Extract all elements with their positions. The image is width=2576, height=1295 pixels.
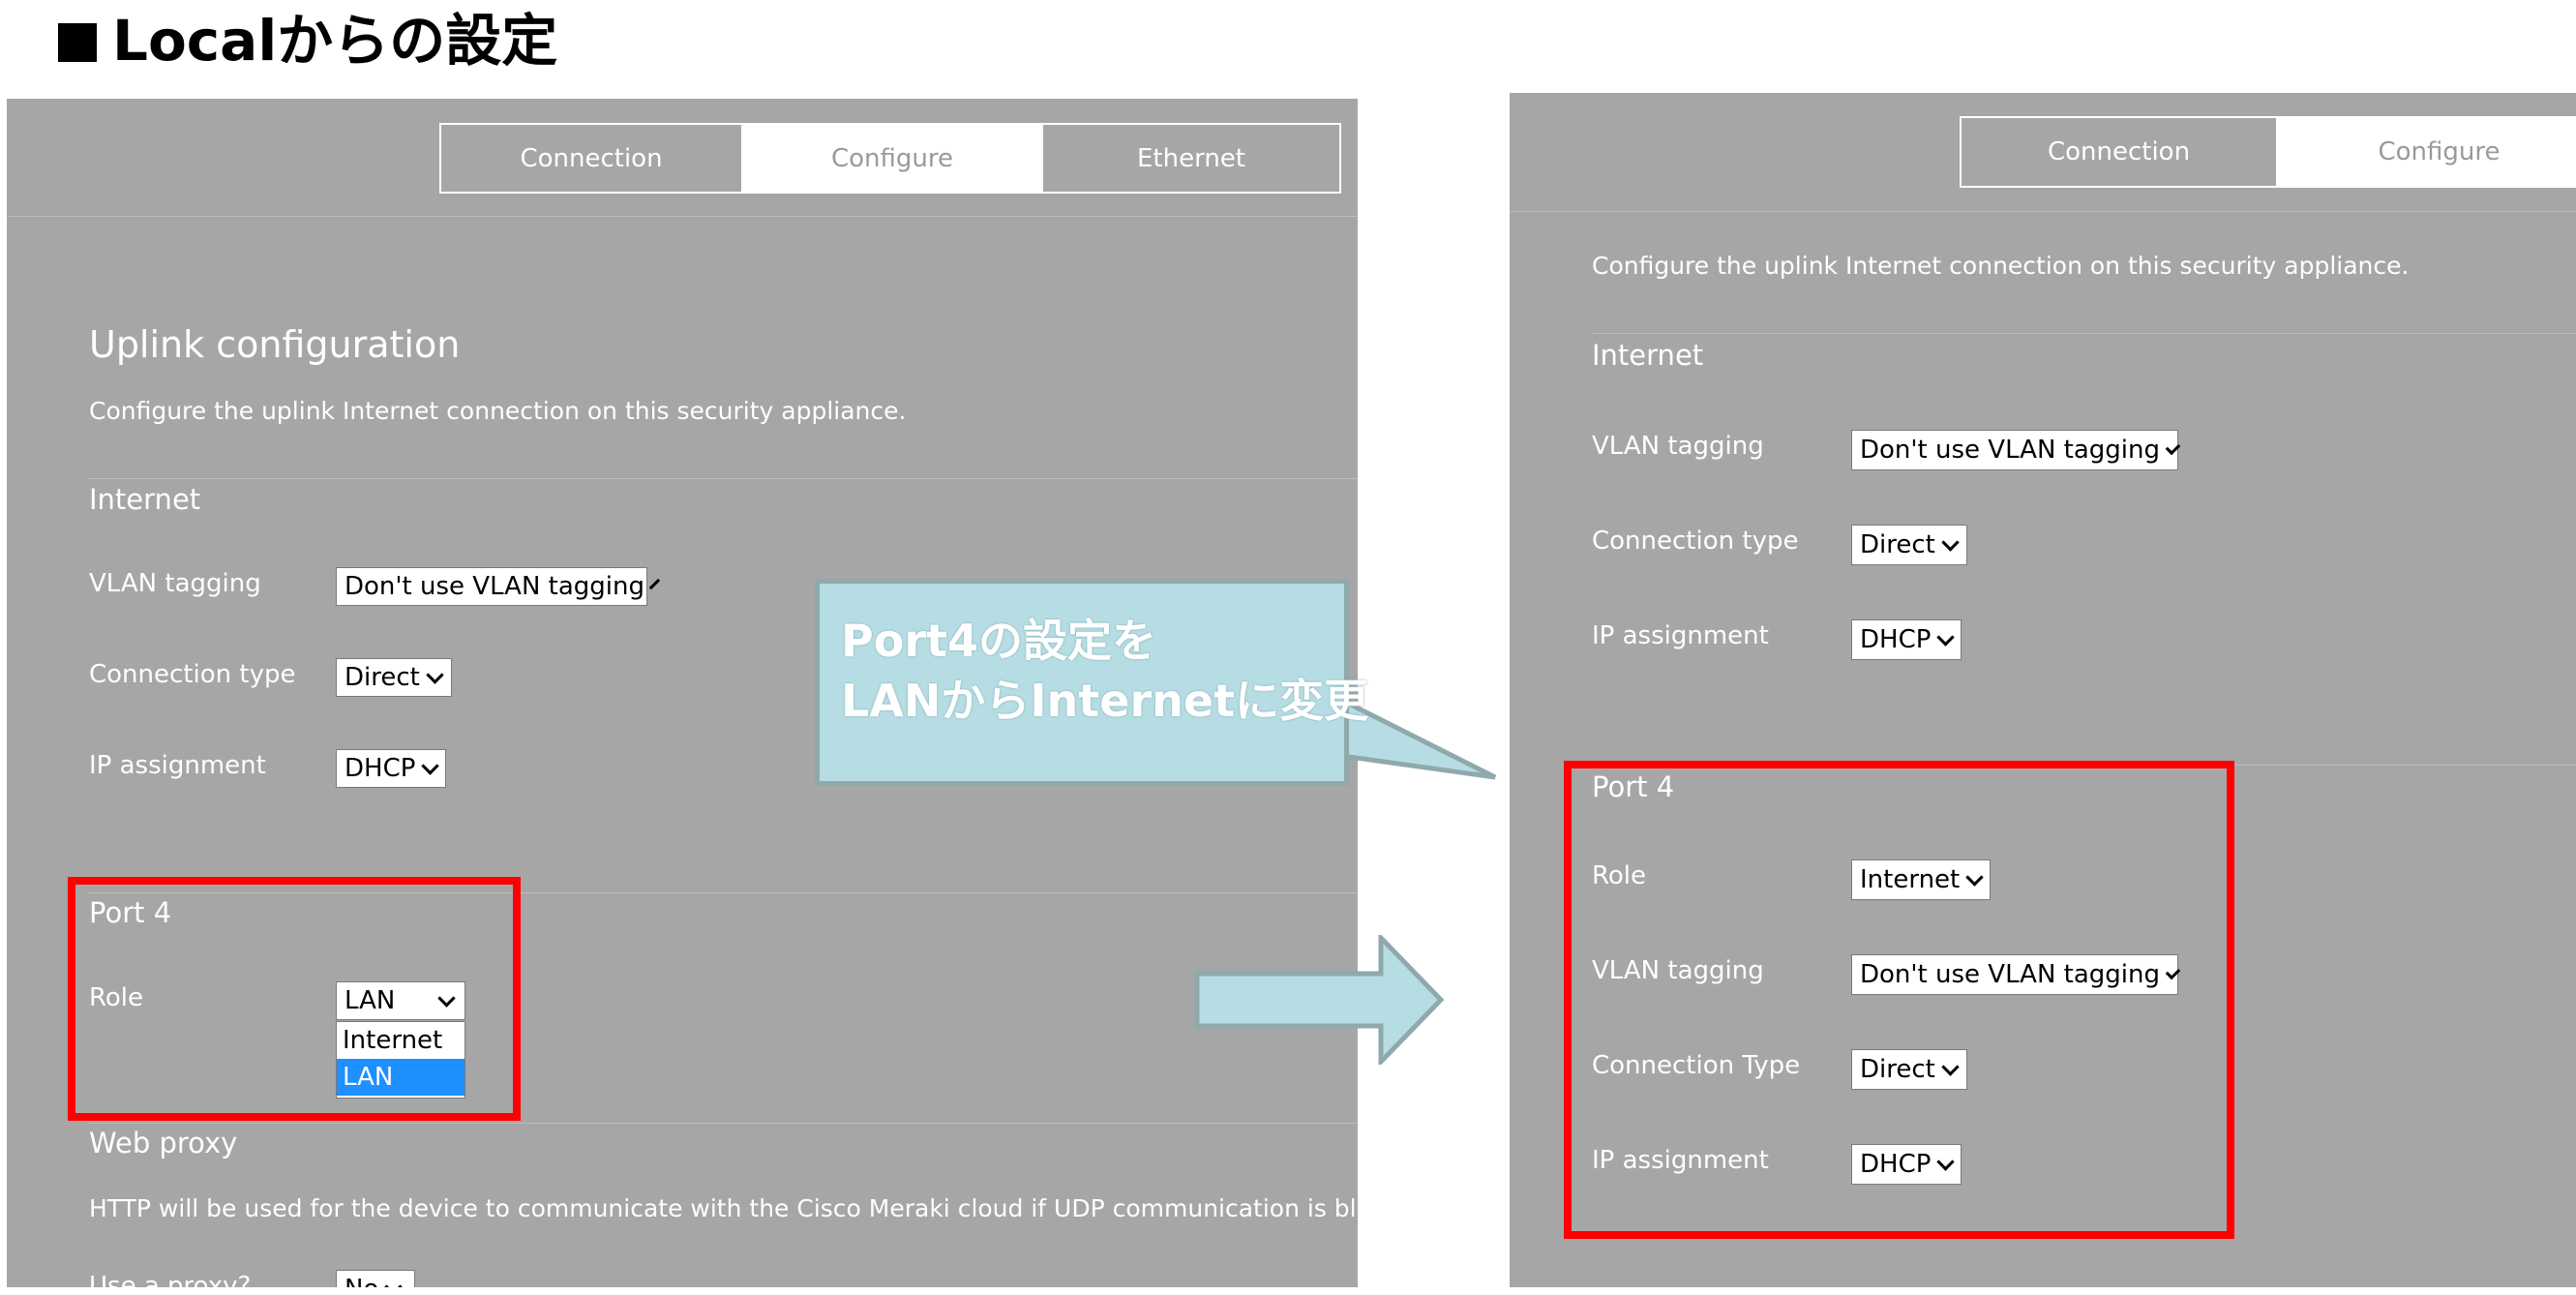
role-select[interactable]: Internet bbox=[1851, 859, 1991, 900]
chevron-down-icon bbox=[421, 756, 440, 775]
internet-section-title: Internet bbox=[89, 483, 201, 516]
uplink-description: Configure the uplink Internet connection… bbox=[89, 397, 907, 425]
role-option-lan[interactable]: LAN bbox=[337, 1059, 464, 1096]
role-select[interactable]: LAN bbox=[336, 981, 465, 1020]
web-proxy-title: Web proxy bbox=[89, 1127, 238, 1159]
tab-configure[interactable]: Configure bbox=[741, 125, 1041, 192]
port-ip-assignment-select[interactable]: DHCP bbox=[1851, 1144, 1962, 1185]
port-connection-type-select[interactable]: Direct bbox=[1851, 1049, 1967, 1090]
chevron-down-icon bbox=[1941, 1057, 1960, 1076]
left-tab-bar: Connection Configure Ethernet bbox=[439, 123, 1341, 194]
divider bbox=[89, 1123, 1358, 1124]
right-screenshot: Connection Configure Configure the uplin… bbox=[1510, 93, 2576, 1287]
chevron-down-icon bbox=[1941, 532, 1960, 552]
vlan-tagging-label: VLAN tagging bbox=[89, 569, 261, 598]
tab-configure[interactable]: Configure bbox=[2276, 118, 2576, 186]
chevron-down-icon bbox=[2165, 439, 2181, 455]
port-connection-type-label: Connection Type bbox=[1592, 1051, 1801, 1080]
annotation-callout: Port4の設定を LANからInternetに変更 bbox=[815, 579, 1368, 786]
web-proxy-description: HTTP will be used for the device to comm… bbox=[89, 1194, 1358, 1222]
role-label: Role bbox=[89, 983, 144, 1012]
divider bbox=[1510, 211, 2576, 212]
chevron-down-icon bbox=[384, 1277, 404, 1287]
divider bbox=[7, 216, 1358, 217]
bottom-margin bbox=[0, 1287, 2576, 1295]
vlan-tagging-label: VLAN tagging bbox=[1592, 432, 1764, 461]
connection-type-select[interactable]: Direct bbox=[336, 658, 452, 697]
uplink-description: Configure the uplink Internet connection… bbox=[1592, 252, 2410, 280]
square-bullet-icon bbox=[58, 23, 97, 62]
port-vlan-tagging-select[interactable]: Don't use VLAN tagging bbox=[1851, 954, 2181, 995]
vlan-tagging-select[interactable]: Don't use VLAN tagging bbox=[336, 567, 661, 606]
internet-section-title: Internet bbox=[1592, 339, 1704, 372]
connection-type-label: Connection type bbox=[1592, 527, 1799, 556]
chevron-down-icon bbox=[1936, 1152, 1956, 1171]
role-option-internet[interactable]: Internet bbox=[337, 1022, 464, 1059]
connection-type-label: Connection type bbox=[89, 660, 296, 689]
tab-ethernet[interactable]: Ethernet bbox=[1041, 125, 1339, 192]
use-proxy-select[interactable]: No bbox=[336, 1270, 415, 1287]
role-dropdown-list: Internet LAN bbox=[336, 1021, 465, 1099]
port-ip-assignment-label: IP assignment bbox=[1592, 1146, 1769, 1175]
ip-assignment-select[interactable]: DHCP bbox=[336, 749, 446, 788]
chevron-down-icon bbox=[648, 578, 661, 589]
chevron-down-icon bbox=[2165, 964, 2181, 979]
chevron-down-icon bbox=[437, 988, 456, 1008]
tab-connection[interactable]: Connection bbox=[441, 125, 741, 192]
ip-assignment-select[interactable]: DHCP bbox=[1851, 619, 1962, 660]
tab-connection[interactable]: Connection bbox=[1962, 118, 2276, 186]
divider bbox=[89, 892, 1358, 893]
ip-assignment-label: IP assignment bbox=[89, 751, 266, 780]
ip-assignment-label: IP assignment bbox=[1592, 621, 1769, 650]
chevron-down-icon bbox=[1965, 867, 1984, 887]
chevron-down-icon bbox=[1936, 627, 1956, 647]
role-label: Role bbox=[1592, 861, 1647, 890]
divider bbox=[89, 478, 1358, 479]
port-vlan-tagging-label: VLAN tagging bbox=[1592, 956, 1764, 985]
uplink-title: Uplink configuration bbox=[89, 323, 461, 366]
chevron-down-icon bbox=[426, 665, 444, 684]
right-arrow-icon bbox=[1194, 935, 1445, 1065]
divider bbox=[1592, 765, 2576, 766]
port4-section-title: Port 4 bbox=[1592, 770, 1675, 803]
right-tab-bar: Connection Configure bbox=[1960, 116, 2576, 188]
divider bbox=[1592, 333, 2576, 334]
connection-type-select[interactable]: Direct bbox=[1851, 525, 1967, 565]
page-heading: Localからの設定 bbox=[58, 2, 557, 79]
vlan-tagging-select[interactable]: Don't use VLAN tagging bbox=[1851, 430, 2181, 470]
use-proxy-label: Use a proxy? bbox=[89, 1272, 252, 1287]
port4-section-title: Port 4 bbox=[89, 896, 172, 929]
